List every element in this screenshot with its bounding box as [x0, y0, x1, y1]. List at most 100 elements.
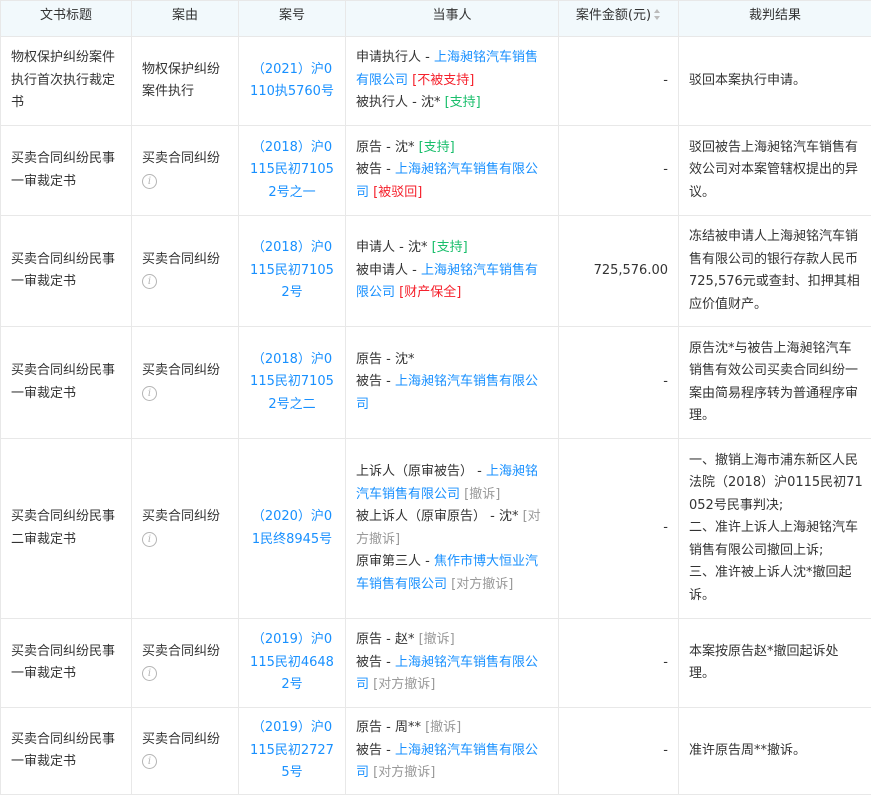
document-title-cell: 买卖合同纠纷民事二审裁定书 — [1, 439, 132, 619]
party-role: 原告 - 沈* — [356, 140, 419, 155]
party-role: 被告 - — [356, 162, 395, 177]
judgment-result-cell: 准许原告周**撤诉。 — [679, 708, 871, 795]
judgment-result-cell: 本案按原告赵*撤回起诉处理。 — [679, 619, 871, 708]
party-line: 原告 - 沈* — [356, 349, 550, 372]
party-role: 原审第三人 - — [356, 554, 434, 569]
case-reason-text: 买卖合同纠纷 — [142, 644, 220, 659]
column-header-title: 文书标题 — [1, 1, 132, 37]
party-line: 被申请人 - 上海昶铭汽车销售有限公司 [财产保全] — [356, 260, 550, 305]
document-title-cell: 买卖合同纠纷民事一审裁定书 — [1, 619, 132, 708]
case-reason-cell: 买卖合同纠纷 i — [132, 708, 239, 795]
case-reason-text: 买卖合同纠纷 — [142, 151, 220, 166]
table-row: 买卖合同纠纷民事一审裁定书买卖合同纠纷i（2018）沪0115民初71052号之… — [1, 126, 871, 216]
judgment-documents-table: 文书标题 案由 案号 当事人 案件金额(元) 裁判结果 物权保护纠纷案件执行首次… — [0, 0, 871, 795]
party-line: 被上诉人（原审原告） - 沈* [对方撤诉] — [356, 506, 550, 551]
party-line: 原告 - 沈* [支持] — [356, 137, 550, 160]
party-role: 被申请人 - — [356, 263, 421, 278]
case-reason-text: 买卖合同纠纷 — [142, 509, 220, 524]
document-title-cell: 买卖合同纠纷民事一审裁定书 — [1, 708, 132, 795]
column-header-case-no: 案号 — [239, 1, 346, 37]
case-number-link[interactable]: （2018）沪0115民初71052号之二 — [250, 352, 334, 412]
party-status-tag: [财产保全] — [399, 285, 461, 300]
parties-cell: 申请人 - 沈* [支持]被申请人 - 上海昶铭汽车销售有限公司 [财产保全] — [346, 216, 559, 327]
party-line: 被告 - 上海昶铭汽车销售有限公司 [对方撤诉] — [356, 652, 550, 697]
party-status-tag: [对方撤诉] — [373, 765, 435, 780]
judgment-result-cell: 驳回本案执行申请。 — [679, 37, 871, 126]
case-amount-cell: - — [559, 327, 679, 439]
party-line: 原告 - 周** [撤诉] — [356, 717, 550, 740]
parties-cell: 原告 - 沈* [支持]被告 - 上海昶铭汽车销售有限公司 [被驳回] — [346, 126, 559, 216]
party-status-tag: [不被支持] — [412, 73, 474, 88]
case-reason-cell: 买卖合同纠纷 i — [132, 619, 239, 708]
case-number-cell: （2018）沪0115民初71052号之二 — [239, 327, 346, 439]
document-title-cell: 买卖合同纠纷民事一审裁定书 — [1, 216, 132, 327]
party-line: 被告 - 上海昶铭汽车销售有限公司 — [356, 371, 550, 416]
party-role: 被告 - — [356, 743, 395, 758]
parties-cell: 上诉人（原审被告） - 上海昶铭汽车销售有限公司 [撤诉]被上诉人（原审原告） … — [346, 439, 559, 619]
case-number-cell: （2019）沪0115民初46482号 — [239, 619, 346, 708]
case-number-cell: （2018）沪0115民初71052号 — [239, 216, 346, 327]
judgment-result-cell: 原告沈*与被告上海昶铭汽车销售有效公司买卖合同纠纷一案由简易程序转为普通程序审理… — [679, 327, 871, 439]
case-number-link[interactable]: （2021）沪0110执5760号 — [250, 62, 334, 100]
case-number-link[interactable]: （2018）沪0115民初71052号之一 — [250, 140, 334, 200]
case-reason-cell: 买卖合同纠纷 i — [132, 216, 239, 327]
case-number-link[interactable]: （2018）沪0115民初71052号 — [250, 240, 334, 300]
info-circle-icon[interactable]: i — [142, 386, 157, 401]
column-header-amount-sort[interactable]: 案件金额(元) — [559, 1, 679, 37]
info-circle-icon[interactable]: i — [142, 274, 157, 289]
table-row: 买卖合同纠纷民事一审裁定书买卖合同纠纷i（2019）沪0115民初46482号原… — [1, 619, 871, 708]
case-amount-cell: - — [559, 126, 679, 216]
info-circle-icon[interactable]: i — [142, 174, 157, 189]
party-line: 原审第三人 - 焦作市博大恒业汽车销售有限公司 [对方撤诉] — [356, 551, 550, 596]
case-reason-cell: 买卖合同纠纷 i — [132, 327, 239, 439]
party-status-tag: [撤诉] — [464, 487, 500, 502]
info-circle-icon[interactable]: i — [142, 532, 157, 547]
judgment-result-cell: 驳回被告上海昶铭汽车销售有效公司对本案管辖权提出的异议。 — [679, 126, 871, 216]
judgment-result-line: 三、准许被上诉人沈*撤回起诉。 — [689, 562, 863, 607]
parties-cell: 原告 - 周** [撤诉]被告 - 上海昶铭汽车销售有限公司 [对方撤诉] — [346, 708, 559, 795]
case-amount-cell: - — [559, 439, 679, 619]
table-row: 物权保护纠纷案件执行首次执行裁定书物权保护纠纷案件执行（2021）沪0110执5… — [1, 37, 871, 126]
amount-header-label: 案件金额(元) — [576, 8, 651, 23]
party-role: 原告 - 赵* — [356, 632, 419, 647]
party-role: 原告 - 周** — [356, 720, 425, 735]
party-status-tag: [支持] — [432, 240, 468, 255]
party-role: 原告 - 沈* — [356, 352, 414, 367]
case-amount-cell: - — [559, 619, 679, 708]
case-amount-cell: 725,576.00 — [559, 216, 679, 327]
judgment-result-line: 二、准许上诉人上海昶铭汽车销售有限公司撤回上诉; — [689, 517, 863, 562]
case-reason-text: 买卖合同纠纷 — [142, 252, 220, 267]
info-circle-icon[interactable]: i — [142, 666, 157, 681]
judgment-result-line: 一、撤销上海市浦东新区人民法院（2018）沪0115民初71052号民事判决; — [689, 450, 863, 518]
case-number-link[interactable]: （2020）沪01民终8945号 — [252, 509, 332, 547]
party-line: 原告 - 赵* [撤诉] — [356, 629, 550, 652]
party-line: 申请执行人 - 上海昶铭汽车销售有限公司 [不被支持] — [356, 47, 550, 92]
party-line: 上诉人（原审被告） - 上海昶铭汽车销售有限公司 [撤诉] — [356, 461, 550, 506]
party-status-tag: [对方撤诉] — [373, 677, 435, 692]
case-number-link[interactable]: （2019）沪0115民初46482号 — [250, 632, 334, 692]
parties-cell: 原告 - 赵* [撤诉]被告 - 上海昶铭汽车销售有限公司 [对方撤诉] — [346, 619, 559, 708]
party-role: 被上诉人（原审原告） - 沈* — [356, 509, 523, 524]
party-status-tag: [撤诉] — [425, 720, 461, 735]
column-header-parties: 当事人 — [346, 1, 559, 37]
party-status-tag: [撤诉] — [419, 632, 455, 647]
case-number-cell: （2021）沪0110执5760号 — [239, 37, 346, 126]
case-number-link[interactable]: （2019）沪0115民初27275号 — [250, 720, 334, 780]
table-header-row: 文书标题 案由 案号 当事人 案件金额(元) 裁判结果 — [1, 1, 871, 37]
sort-caret-icon[interactable] — [654, 9, 661, 21]
table-row: 买卖合同纠纷民事一审裁定书买卖合同纠纷i（2018）沪0115民初71052号之… — [1, 327, 871, 439]
case-reason-text: 买卖合同纠纷 — [142, 363, 220, 378]
judgment-result-cell: 冻结被申请人上海昶铭汽车销售有限公司的银行存款人民币725,576元或查封、扣押… — [679, 216, 871, 327]
info-circle-icon[interactable]: i — [142, 754, 157, 769]
party-line: 申请人 - 沈* [支持] — [356, 237, 550, 260]
table-row: 买卖合同纠纷民事一审裁定书买卖合同纠纷 i （2018）沪0115民初71052号申… — [1, 216, 871, 327]
party-line: 被执行人 - 沈* [支持] — [356, 92, 550, 115]
party-line: 被告 - 上海昶铭汽车销售有限公司 [对方撤诉] — [356, 740, 550, 785]
case-amount-cell: - — [559, 708, 679, 795]
party-status-tag: [被驳回] — [373, 185, 422, 200]
case-reason-cell: 买卖合同纠纷 i — [132, 126, 239, 216]
case-reason-text: 物权保护纠纷案件执行 — [142, 62, 220, 100]
table-row: 买卖合同纠纷民事一审裁定书买卖合同纠纷i（2019）沪0115民初27275号原… — [1, 708, 871, 795]
case-reason-text: 买卖合同纠纷 — [142, 732, 220, 747]
case-number-cell: （2019）沪0115民初27275号 — [239, 708, 346, 795]
